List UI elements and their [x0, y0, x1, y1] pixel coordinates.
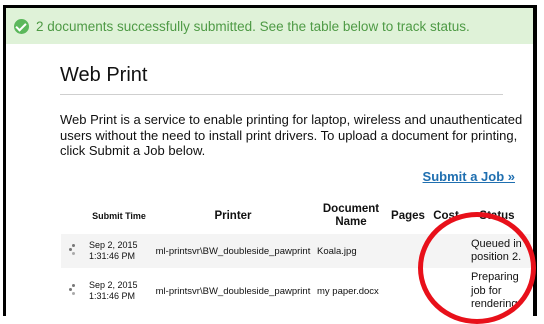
submit-time-cell: Sep 2, 2015 1:31:46 PM	[87, 234, 151, 268]
red-highlight-circle	[418, 212, 536, 324]
success-message: 2 documents successfully submitted. See …	[36, 18, 470, 34]
submit-date: Sep 2, 2015	[89, 240, 138, 250]
page-description: Web Print is a service to enable printin…	[60, 112, 523, 158]
job-status-icon-cell	[61, 268, 87, 315]
header-document-name[interactable]: Document Name	[315, 198, 387, 234]
header-submit-time[interactable]: Submit Time	[87, 198, 151, 234]
title-divider	[60, 94, 503, 95]
printer-cell: ml-printsvr\BW_doubleside_pawprint	[151, 234, 315, 268]
spinner-icon	[69, 243, 79, 256]
submit-clock: 1:31:46 PM	[89, 291, 136, 302]
submit-clock: 1:31:46 PM	[89, 251, 136, 261]
printer-cell: ml-printsvr\BW_doubleside_pawprint	[155, 285, 311, 297]
job-status-icon-cell	[61, 234, 87, 268]
spinner-icon	[69, 283, 79, 296]
submit-job-link[interactable]: Submit a Job »	[423, 169, 515, 184]
submit-time-cell: Sep 2, 2015 1:31:46 PM	[87, 268, 151, 315]
header-pages[interactable]: Pages	[387, 198, 429, 234]
document-name-cell: Koala.jpg	[315, 234, 387, 268]
checkmark-circle-icon	[14, 18, 29, 34]
header-printer[interactable]: Printer	[151, 198, 315, 234]
page-title: Web Print	[60, 64, 148, 86]
document-name-cell: my paper.docx	[317, 285, 379, 297]
submit-date: Sep 2, 2015	[89, 280, 138, 291]
success-banner: 2 documents successfully submitted. See …	[6, 8, 533, 44]
header-icon-column	[61, 198, 87, 234]
